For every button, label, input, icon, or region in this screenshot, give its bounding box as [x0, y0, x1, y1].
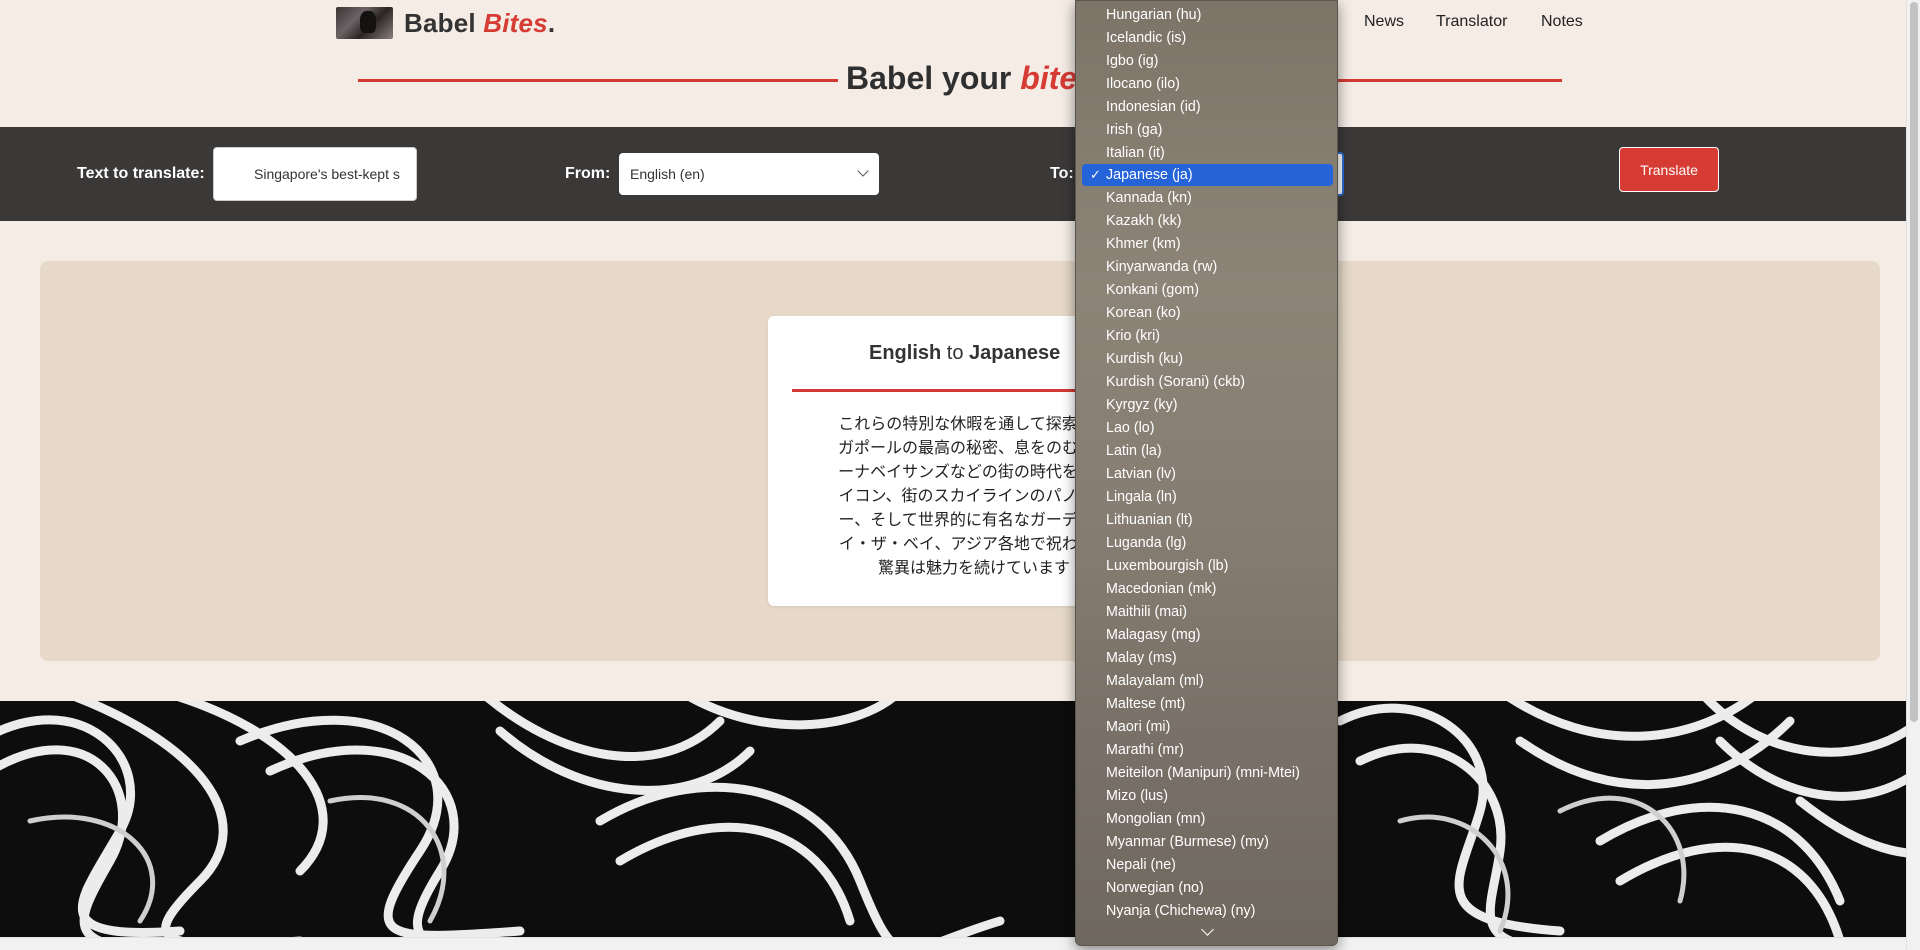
- language-option[interactable]: Kurdish (ku): [1082, 348, 1333, 370]
- chevron-down-icon: [857, 165, 869, 177]
- language-option[interactable]: Maori (mi): [1082, 716, 1333, 738]
- brand-period: .: [547, 8, 556, 38]
- language-option[interactable]: Krio (kri): [1082, 325, 1333, 347]
- language-option[interactable]: Luxembourgish (lb): [1082, 555, 1333, 577]
- language-option[interactable]: Myanmar (Burmese) (my): [1082, 831, 1333, 853]
- language-option[interactable]: Kinyarwanda (rw): [1082, 256, 1333, 278]
- translate-button[interactable]: Translate: [1619, 147, 1719, 192]
- language-option[interactable]: Marathi (mr): [1082, 739, 1333, 761]
- page-horizontal-scrollbar[interactable]: [0, 937, 1906, 950]
- language-option[interactable]: Ilocano (ilo): [1082, 73, 1333, 95]
- language-option[interactable]: Luganda (lg): [1082, 532, 1333, 554]
- logo-image[interactable]: [336, 7, 393, 39]
- language-option[interactable]: Maltese (mt): [1082, 693, 1333, 715]
- language-option[interactable]: Nepali (ne): [1082, 854, 1333, 876]
- language-option[interactable]: Meiteilon (Manipuri) (mni-Mtei): [1082, 762, 1333, 784]
- nav-link-translator[interactable]: Translator: [1436, 13, 1507, 31]
- language-option[interactable]: Igbo (ig): [1082, 50, 1333, 72]
- checkmark-icon: ✓: [1090, 167, 1101, 182]
- language-option[interactable]: Hungarian (hu): [1082, 4, 1333, 26]
- language-option[interactable]: Latin (la): [1082, 440, 1333, 462]
- language-option[interactable]: Norwegian (no): [1082, 877, 1333, 899]
- from-language-select[interactable]: English (en): [619, 153, 879, 195]
- scrollbar-thumb[interactable]: [1910, 2, 1918, 722]
- language-option[interactable]: Mongolian (mn): [1082, 808, 1333, 830]
- language-option[interactable]: Irish (ga): [1082, 119, 1333, 141]
- page-vertical-scrollbar[interactable]: [1906, 0, 1920, 950]
- language-option[interactable]: Kannada (kn): [1082, 187, 1333, 209]
- language-option[interactable]: Icelandic (is): [1082, 27, 1333, 49]
- language-option[interactable]: Lao (lo): [1082, 417, 1333, 439]
- swirl-pattern: [0, 701, 1906, 937]
- language-option[interactable]: Lithuanian (lt): [1082, 509, 1333, 531]
- from-label: From:: [565, 165, 611, 182]
- language-option[interactable]: Macedonian (mk): [1082, 578, 1333, 600]
- language-option[interactable]: Lingala (ln): [1082, 486, 1333, 508]
- text-to-translate-input[interactable]: [213, 147, 417, 201]
- source-language-name: English: [869, 342, 942, 364]
- language-option-selected[interactable]: ✓ Japanese (ja): [1082, 164, 1333, 186]
- tagline-prefix: Babel your: [846, 60, 1012, 96]
- from-language-value: English (en): [630, 166, 705, 182]
- tagline-rule-left: [358, 79, 838, 82]
- brand-logo-text[interactable]: Babel Bites.: [404, 8, 555, 39]
- language-option[interactable]: Latvian (lv): [1082, 463, 1333, 485]
- tagline-rule-right: [1330, 79, 1562, 82]
- to-label: To:: [1050, 165, 1074, 182]
- selected-option-label: Japanese (ja): [1106, 167, 1193, 183]
- language-option[interactable]: Kyrgyz (ky): [1082, 394, 1333, 416]
- brand-name: Babel: [404, 8, 476, 38]
- language-option[interactable]: Nyanja (Chichewa) (ny): [1082, 900, 1333, 922]
- decorative-artwork-image: [0, 701, 1906, 937]
- language-option[interactable]: Maithili (mai): [1082, 601, 1333, 623]
- language-option[interactable]: Indonesian (id): [1082, 96, 1333, 118]
- language-option[interactable]: Kurdish (Sorani) (ckb): [1082, 371, 1333, 393]
- language-option[interactable]: Italian (it): [1082, 142, 1333, 164]
- chevron-down-icon[interactable]: [1201, 923, 1214, 936]
- nav-link-notes[interactable]: Notes: [1541, 13, 1583, 31]
- language-option[interactable]: Malagasy (mg): [1082, 624, 1333, 646]
- language-option[interactable]: Malayalam (ml): [1082, 670, 1333, 692]
- text-to-translate-label: Text to translate:: [77, 165, 205, 182]
- language-option[interactable]: Konkani (gom): [1082, 279, 1333, 301]
- page-tagline: Babel your bites:: [846, 60, 1106, 97]
- heading-connector: to: [946, 342, 964, 364]
- nav-link-news[interactable]: News: [1364, 13, 1404, 31]
- language-option[interactable]: Mizo (lus): [1082, 785, 1333, 807]
- language-option[interactable]: Malay (ms): [1082, 647, 1333, 669]
- language-option[interactable]: Kazakh (kk): [1082, 210, 1333, 232]
- target-language-name: Japanese: [969, 342, 1061, 364]
- brand-accent: Bites: [483, 8, 548, 38]
- to-language-dropdown-list[interactable]: Hungarian (hu) Icelandic (is) Igbo (ig) …: [1075, 0, 1338, 946]
- language-option[interactable]: Khmer (km): [1082, 233, 1333, 255]
- card-divider: [792, 389, 1092, 392]
- language-option[interactable]: Korean (ko): [1082, 302, 1333, 324]
